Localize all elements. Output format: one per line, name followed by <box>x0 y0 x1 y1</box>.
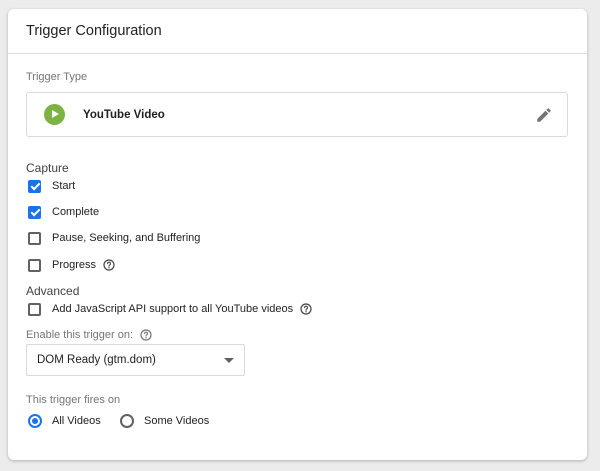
capture-pause-option[interactable]: Pause, Seeking, and Buffering <box>28 230 200 246</box>
help-icon[interactable] <box>300 303 312 315</box>
help-icon[interactable] <box>140 329 152 341</box>
card-title: Trigger Configuration <box>8 9 587 54</box>
pencil-icon[interactable] <box>535 106 553 124</box>
progress-checkbox[interactable] <box>28 258 41 272</box>
capture-heading: Capture <box>26 161 69 175</box>
enable-on-label-row: Enable this trigger on: <box>26 329 152 341</box>
complete-checkbox[interactable] <box>28 205 41 219</box>
all-videos-option[interactable]: All Videos <box>28 414 101 428</box>
start-checkbox[interactable] <box>28 179 41 193</box>
enable-on-value: DOM Ready (gtm.dom) <box>37 354 156 366</box>
advanced-heading: Advanced <box>26 284 80 298</box>
some-videos-radio[interactable] <box>120 414 134 428</box>
pause-seeking-buffering-checkbox[interactable] <box>28 231 41 245</box>
pause-seeking-buffering-label: Pause, Seeking, and Buffering <box>52 232 201 244</box>
some-videos-label: Some Videos <box>144 415 210 427</box>
complete-label: Complete <box>52 206 100 218</box>
js-api-checkbox[interactable] <box>28 302 41 316</box>
progress-label: Progress <box>52 259 97 271</box>
help-icon[interactable] <box>103 259 115 271</box>
js-api-label: Add JavaScript API support to all YouTub… <box>52 303 294 315</box>
some-videos-option[interactable]: Some Videos <box>120 414 209 428</box>
enable-on-label: Enable this trigger on: <box>26 329 134 341</box>
capture-start-option[interactable]: Start <box>28 178 75 194</box>
fires-on-label: This trigger fires on <box>26 394 121 406</box>
capture-complete-option[interactable]: Complete <box>28 204 99 220</box>
all-videos-label: All Videos <box>52 415 101 427</box>
all-videos-radio[interactable] <box>28 414 42 428</box>
enable-on-select[interactable]: DOM Ready (gtm.dom) <box>26 344 245 376</box>
trigger-type-selector[interactable]: YouTube Video <box>26 92 568 137</box>
trigger-type-name: YouTube Video <box>83 108 165 121</box>
js-api-option[interactable]: Add JavaScript API support to all YouTub… <box>28 301 312 317</box>
trigger-configuration-card: Trigger Configuration Trigger Type YouTu… <box>8 9 587 460</box>
play-circle-icon <box>44 104 65 125</box>
dropdown-caret-icon <box>224 358 234 363</box>
trigger-type-label: Trigger Type <box>26 71 88 83</box>
capture-progress-option[interactable]: Progress <box>28 257 115 273</box>
start-label: Start <box>52 180 76 192</box>
